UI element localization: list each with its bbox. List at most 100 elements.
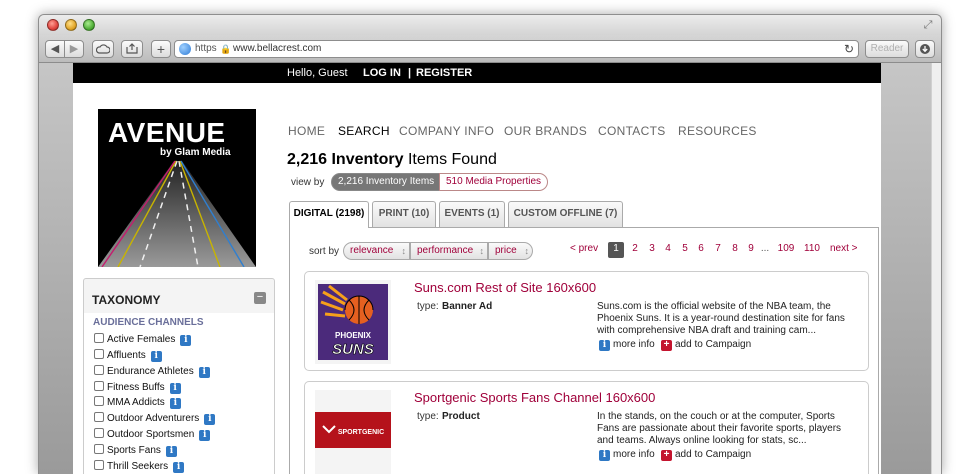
info-icon: i	[599, 340, 610, 351]
type-label: type:	[417, 301, 439, 312]
page-link[interactable]: 4	[661, 242, 675, 258]
add-to-campaign-label: add to Campaign	[675, 449, 752, 460]
register-link[interactable]: REGISTER	[416, 63, 472, 83]
sportgenic-logo[interactable]: SPORTGENIC	[315, 390, 391, 474]
back-button[interactable]: ◀	[45, 40, 65, 58]
address-bar[interactable]: https 🔒 www.bellacrest.com ↻	[174, 40, 859, 58]
taxonomy-item[interactable]: Outdoor Sportsmen i	[94, 428, 211, 442]
suns-logo[interactable]: PHOENIX SUNS	[315, 280, 391, 364]
taxonomy-item[interactable]: Endurance Athletes i	[94, 365, 210, 379]
sort-relevance-select[interactable]: relevance	[343, 242, 410, 260]
prev-page-link[interactable]: < prev	[566, 242, 602, 258]
taxonomy-item[interactable]: Affluents i	[94, 349, 162, 363]
logo-subtitle: by Glam Media	[160, 147, 231, 158]
taxonomy-item[interactable]: MMA Addicts i	[94, 396, 181, 410]
page-link[interactable]: 8	[728, 242, 742, 258]
listing-card: PHOENIX SUNS Suns.com Rest of Site 160x6…	[304, 271, 869, 371]
new-tab-button[interactable]: +	[151, 40, 171, 58]
taxonomy-item[interactable]: Fitness Buffs i	[94, 381, 181, 395]
info-icon[interactable]: i	[199, 430, 211, 441]
checkbox[interactable]	[94, 381, 104, 391]
nav-home[interactable]: HOME	[288, 124, 325, 138]
share-button[interactable]	[121, 40, 143, 58]
taxonomy-item[interactable]: Outdoor Adventurers i	[94, 412, 216, 426]
listing-title-link[interactable]: Suns.com Rest of Site 160x600	[414, 280, 596, 295]
add-to-campaign-link[interactable]: + add to Campaign	[661, 449, 751, 461]
browser-toolbar: ◀ ▶ + https 🔒 www.bellacrest.com ↻ Reade…	[39, 35, 941, 63]
page-link[interactable]: 110	[801, 242, 823, 258]
nav-search[interactable]: SEARCH	[338, 124, 390, 138]
taxonomy-header[interactable]: TAXONOMY −	[84, 279, 274, 309]
page-link[interactable]: 5	[678, 242, 692, 258]
page-link[interactable]: 109	[774, 242, 798, 258]
nav-contacts[interactable]: CONTACTS	[598, 124, 666, 138]
page-link[interactable]: 9	[744, 242, 758, 258]
taxonomy-item[interactable]: Thrill Seekers i	[94, 460, 185, 474]
sort-performance-select[interactable]: performance	[410, 242, 488, 260]
taxonomy-item-label: Sports Fans	[107, 445, 161, 456]
info-icon[interactable]: i	[169, 398, 181, 409]
taxonomy-item[interactable]: Active Females i	[94, 333, 192, 347]
reload-icon[interactable]: ↻	[844, 41, 854, 57]
close-window-button[interactable]	[47, 19, 59, 31]
page-link[interactable]: 6	[694, 242, 708, 258]
nav-company-info[interactable]: COMPANY INFO	[399, 124, 494, 138]
sort-price-select[interactable]: price	[488, 242, 533, 260]
zoom-window-button[interactable]	[83, 19, 95, 31]
page-link[interactable]: 3	[645, 242, 659, 258]
info-icon[interactable]: i	[169, 383, 181, 394]
info-icon[interactable]: i	[198, 367, 210, 378]
collapse-icon[interactable]: −	[254, 292, 266, 304]
listing-description: In the stands, on the couch or at the co…	[597, 411, 842, 446]
fullscreen-icon[interactable]: ⤢	[921, 18, 935, 32]
more-info-link[interactable]: i more info	[599, 449, 655, 461]
pagination-ellipsis: ...	[760, 243, 770, 254]
nav-resources[interactable]: RESOURCES	[678, 124, 757, 138]
reader-button[interactable]: Reader	[865, 40, 909, 58]
page-link-current[interactable]: 1	[608, 242, 624, 258]
info-icon[interactable]: i	[204, 414, 216, 425]
view-media-properties-toggle[interactable]: 510 Media Properties	[439, 173, 549, 191]
lock-icon: 🔒	[220, 44, 232, 54]
checkbox[interactable]	[94, 412, 104, 422]
taxonomy-item-label: Outdoor Adventurers	[107, 413, 200, 424]
avenue-logo[interactable]: AVENUE by Glam Media	[98, 109, 256, 267]
results-panel: sort by relevance performance price < pr…	[289, 227, 879, 474]
suns-logo-graphic: PHOENIX SUNS	[318, 284, 388, 360]
checkbox[interactable]	[94, 460, 104, 470]
page-link[interactable]: 2	[628, 242, 642, 258]
add-to-campaign-link[interactable]: + add to Campaign	[661, 339, 751, 351]
account-bar: Hello, Guest LOG IN | REGISTER	[73, 63, 881, 83]
nav-our-brands[interactable]: OUR BRANDS	[504, 124, 587, 138]
downloads-button[interactable]	[915, 40, 935, 58]
suns-logo-text-top: PHOENIX	[335, 331, 372, 340]
info-icon[interactable]: i	[173, 462, 185, 473]
tab-events[interactable]: EVENTS (1)	[439, 201, 505, 227]
vertical-scrollbar[interactable]	[931, 63, 941, 474]
next-page-link[interactable]: next >	[826, 242, 862, 258]
checkbox[interactable]	[94, 349, 104, 359]
title-bar: ⤢	[39, 15, 941, 35]
checkbox[interactable]	[94, 333, 104, 343]
tab-print[interactable]: PRINT (10)	[372, 201, 436, 227]
info-icon[interactable]: i	[180, 335, 192, 346]
info-icon[interactable]: i	[150, 351, 162, 362]
icloud-tabs-button[interactable]	[92, 40, 114, 58]
more-info-link[interactable]: i more info	[599, 339, 655, 351]
checkbox[interactable]	[94, 428, 104, 438]
info-icon[interactable]: i	[165, 446, 177, 457]
browser-window: ⤢ ◀ ▶ + https 🔒 www.bellacrest.com ↻ Rea…	[38, 14, 942, 474]
minimize-window-button[interactable]	[65, 19, 77, 31]
tab-custom-offline[interactable]: CUSTOM OFFLINE (7)	[508, 201, 623, 227]
page-link[interactable]: 7	[711, 242, 725, 258]
taxonomy-item[interactable]: Sports Fans i	[94, 444, 177, 458]
cloud-icon	[95, 44, 111, 54]
checkbox[interactable]	[94, 365, 104, 375]
checkbox[interactable]	[94, 396, 104, 406]
forward-button[interactable]: ▶	[64, 40, 84, 58]
login-link[interactable]: LOG IN	[363, 63, 401, 83]
listing-title-link[interactable]: Sportgenic Sports Fans Channel 160x600	[414, 390, 655, 405]
tab-digital[interactable]: DIGITAL (2198)	[289, 201, 369, 228]
checkbox[interactable]	[94, 444, 104, 454]
view-inventory-items-toggle[interactable]: 2,216 Inventory Items	[331, 173, 442, 191]
